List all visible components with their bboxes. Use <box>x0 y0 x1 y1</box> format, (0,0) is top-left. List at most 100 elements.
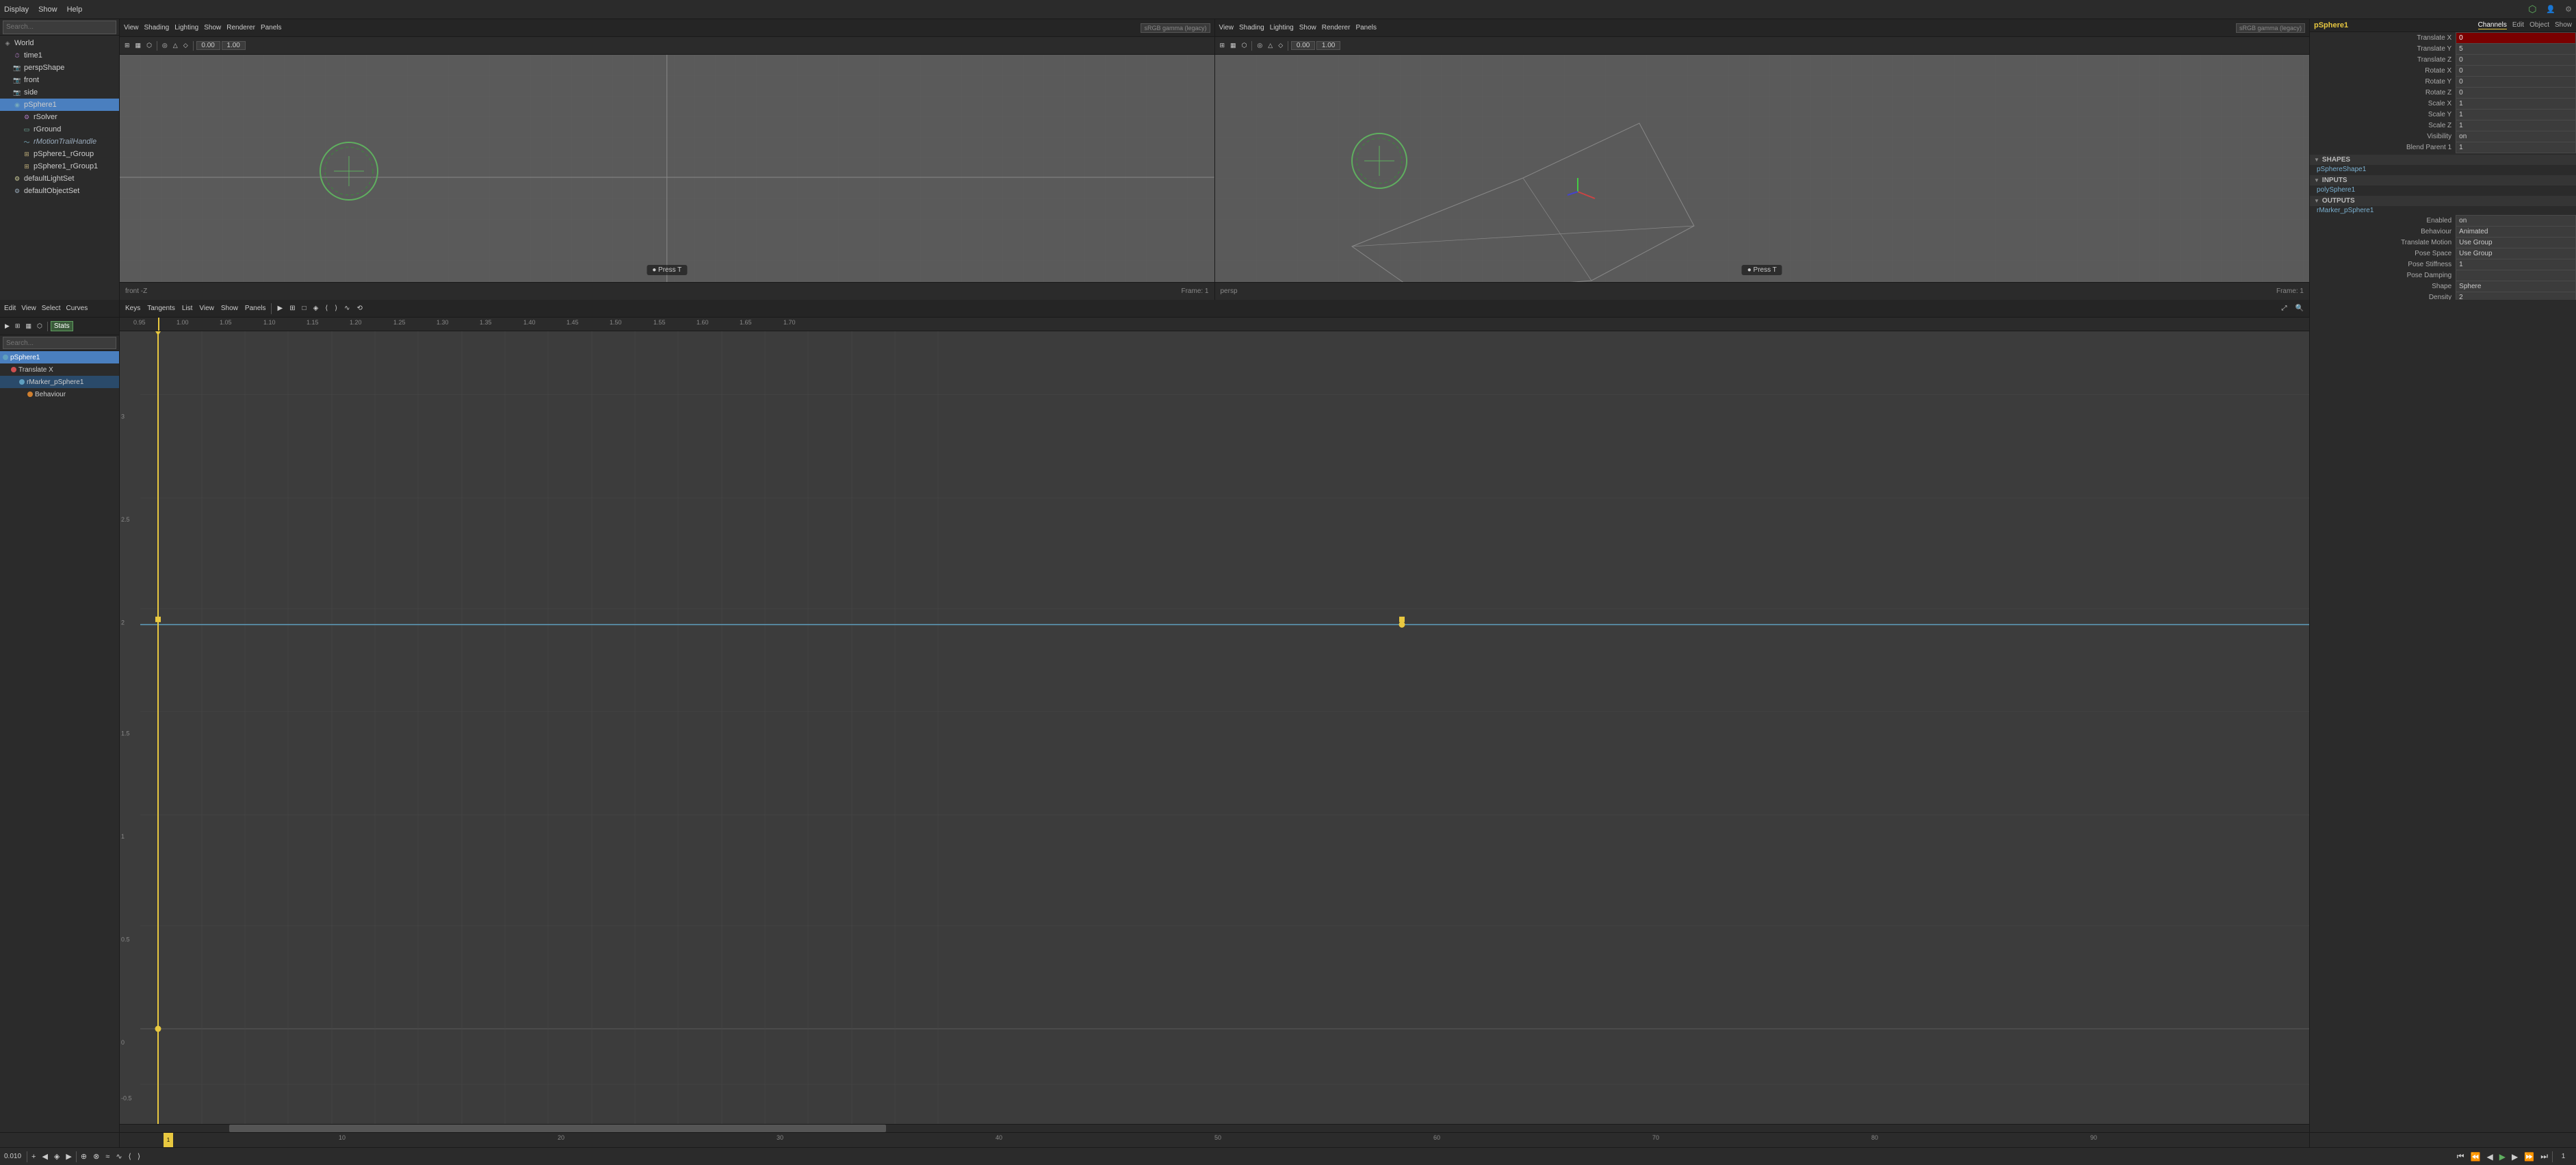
vp1-renderer[interactable]: Renderer <box>226 24 255 31</box>
tab-object[interactable]: Object <box>2529 21 2549 29</box>
bt-tangent1[interactable]: ⟨ <box>127 1151 133 1162</box>
outliner-item-group2[interactable]: ⊞ pSphere1_rGroup1 <box>0 160 119 172</box>
ma-value-pose-space[interactable]: Use Group <box>2456 248 2576 259</box>
bt-next-frame[interactable]: ▶ <box>64 1151 73 1162</box>
ma-value-translate-motion[interactable]: Use Group <box>2456 238 2576 248</box>
vp1-btn6[interactable]: ◇ <box>181 41 190 50</box>
outliner-item-time1[interactable]: ⏱ time1 <box>0 49 119 62</box>
outliner-item-rground[interactable]: ▭ rGround <box>0 123 119 136</box>
ts-playhead[interactable]: 1 <box>164 1133 173 1147</box>
outliner-item-lightset[interactable]: ⚙ defaultLightSet <box>0 172 119 185</box>
vp2-zoom-field[interactable]: 1.00 <box>1316 41 1340 50</box>
vp1-view[interactable]: View <box>124 24 139 31</box>
ge-tb-fit[interactable]: ⤢ <box>2279 302 2290 316</box>
ge-hscroll-thumb[interactable] <box>229 1125 886 1132</box>
bt-curve2[interactable]: ∿ <box>114 1151 124 1162</box>
vp1-btn3[interactable]: ⬡ <box>144 41 154 50</box>
attr-value-vis[interactable]: on <box>2456 131 2576 142</box>
shapes-item[interactable]: pSphereShape1 <box>2310 165 2576 174</box>
ge-tb-icon2[interactable]: ⊞ <box>287 302 298 316</box>
outliner-item-rmotiontrail[interactable]: 〜 rMotionTrailHandle <box>0 136 119 148</box>
tab-edit[interactable]: Edit <box>2512 21 2524 29</box>
vp2-renderer[interactable]: Renderer <box>1322 24 1351 31</box>
ge-item-rmarker[interactable]: rMarker_pSphere1 <box>0 376 119 388</box>
vp2-lighting[interactable]: Lighting <box>1270 24 1294 31</box>
ge-tb-tangents[interactable]: Tangents <box>144 302 178 316</box>
vp1-btn2[interactable]: ▦ <box>133 41 144 50</box>
ge-item-behaviour[interactable]: Behaviour <box>0 388 119 400</box>
ge-icon1[interactable]: ▶ <box>3 322 12 331</box>
ge-tb-icon7[interactable]: ∿ <box>341 302 352 316</box>
ge-tb-icon1[interactable]: ▶ <box>274 302 285 316</box>
outliner-item-front[interactable]: 📷 front <box>0 74 119 86</box>
ge-tb-icon8[interactable]: ⟲ <box>354 302 365 316</box>
ts-track[interactable]: 1 10 20 30 40 50 60 70 80 90 1 <box>120 1133 2309 1147</box>
vp2-btn4[interactable]: ◎ <box>1255 41 1264 50</box>
attr-value-bp[interactable]: 1 <box>2456 142 2576 153</box>
vp2-btn1[interactable]: ⊞ <box>1218 41 1227 50</box>
ge-curves[interactable]: Curves <box>66 305 88 312</box>
ma-value-pose-damping[interactable] <box>2456 270 2576 281</box>
ge-icon4[interactable]: ⬡ <box>35 322 44 331</box>
vp1-zoom-field[interactable]: 1.00 <box>222 41 246 50</box>
pb-next-key-btn[interactable]: ⏩ <box>2522 1151 2536 1162</box>
ge-edit[interactable]: Edit <box>4 305 16 312</box>
ma-value-behaviour[interactable]: Animated <box>2456 227 2576 238</box>
ge-tb-panels[interactable]: Panels <box>242 302 269 316</box>
ge-content[interactable]: 3 2.5 2 1.5 1 0.5 0 -0.5 <box>120 331 2309 1124</box>
attr-value-rx[interactable]: 0 <box>2456 66 2576 77</box>
attr-value-sx[interactable]: 1 <box>2456 99 2576 110</box>
pb-step-back[interactable]: ◀ <box>2485 1151 2495 1162</box>
bt-tangent2[interactable]: ⟩ <box>135 1151 142 1162</box>
ge-tb-icon4[interactable]: ◈ <box>311 302 322 316</box>
bt-prev-frame[interactable]: ◀ <box>40 1151 49 1162</box>
vp1-show[interactable]: Show <box>204 24 221 31</box>
outliner-item-persp[interactable]: 📷 perspShape <box>0 62 119 74</box>
inputs-section-header[interactable]: INPUTS <box>2310 175 2576 185</box>
tab-show[interactable]: Show <box>2555 21 2572 29</box>
outliner-item-psphere1[interactable]: ◉ pSphere1 <box>0 99 119 111</box>
pb-to-end[interactable]: ⏭ <box>2538 1151 2550 1162</box>
ma-value-enabled[interactable]: on <box>2456 216 2576 227</box>
ge-tb-icon3[interactable]: □ <box>300 302 309 316</box>
vp2-btn3[interactable]: ⬡ <box>1240 41 1249 50</box>
outputs-item[interactable]: rMarker_pSphere1 <box>2310 206 2576 215</box>
ge-tb-list[interactable]: List <box>179 302 196 316</box>
menu-show[interactable]: Show <box>38 5 57 14</box>
outliner-item-group1[interactable]: ⊞ pSphere1_rGroup <box>0 148 119 160</box>
pb-prev-key-btn[interactable]: ⏪ <box>2469 1151 2483 1162</box>
vp2-time-field[interactable]: 0.00 <box>1291 41 1315 50</box>
viewport-front[interactable]: ● Press T front -Z Frame: 1 <box>120 55 1215 300</box>
vp1-btn4[interactable]: ◎ <box>160 41 170 50</box>
vp1-shading[interactable]: Shading <box>144 24 170 31</box>
ge-tb-view[interactable]: View <box>196 302 217 316</box>
attr-value-tx[interactable]: 0 <box>2456 33 2576 44</box>
ge-hscroll[interactable] <box>120 1124 2309 1132</box>
outliner-item-objectset[interactable]: ⚙ defaultObjectSet <box>0 185 119 197</box>
tab-channels[interactable]: Channels <box>2478 21 2507 29</box>
outliner-item-world[interactable]: ◈ World <box>0 37 119 49</box>
outliner-item-side[interactable]: 📷 side <box>0 86 119 99</box>
ge-tb-icon5[interactable]: ⟨ <box>322 302 330 316</box>
menu-help[interactable]: Help <box>67 5 83 14</box>
vp2-panels[interactable]: Panels <box>1355 24 1377 31</box>
viewport-persp[interactable]: ● Press T persp Frame: 1 <box>1215 55 2310 300</box>
vp2-btn6[interactable]: ◇ <box>1276 41 1285 50</box>
ge-item-psphere[interactable]: pSphere1 <box>0 351 119 363</box>
ge-tb-keys[interactable]: Keys <box>122 302 143 316</box>
vp2-view[interactable]: View <box>1219 24 1234 31</box>
attr-value-sy[interactable]: 1 <box>2456 110 2576 120</box>
vp1-lighting[interactable]: Lighting <box>174 24 198 31</box>
bt-keys2[interactable]: ⊗ <box>91 1151 101 1162</box>
bt-add[interactable]: + <box>29 1152 38 1162</box>
bt-marker[interactable]: ◈ <box>52 1151 62 1162</box>
vp1-btn1[interactable]: ⊞ <box>122 41 132 50</box>
attr-value-rz[interactable]: 0 <box>2456 88 2576 99</box>
ma-value-density[interactable]: 2 <box>2456 292 2576 300</box>
pb-play-btn[interactable]: ▶ <box>2497 1151 2508 1162</box>
ge-icon3[interactable]: ▦ <box>23 322 34 331</box>
inputs-item[interactable]: polySphere1 <box>2310 185 2576 194</box>
ge-search-input[interactable] <box>3 337 116 349</box>
ma-value-shape[interactable]: Sphere <box>2456 281 2576 292</box>
attr-value-tz[interactable]: 0 <box>2456 55 2576 66</box>
